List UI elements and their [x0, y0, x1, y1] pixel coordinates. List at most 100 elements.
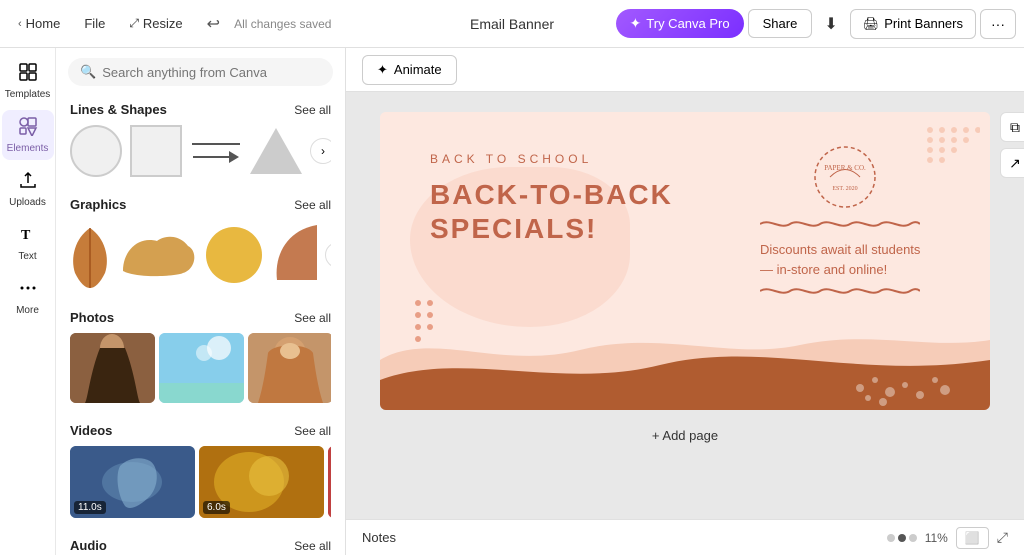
- canvas-scroll[interactable]: ⧉ ↗: [346, 92, 1024, 519]
- bottom-right: 11% ⬜ ⤢: [887, 527, 1008, 549]
- shapes-row: ›: [70, 125, 331, 177]
- uploads-icon: [18, 170, 38, 195]
- sidebar-item-elements[interactable]: Elements: [2, 110, 54, 160]
- undo-button[interactable]: ↩: [197, 8, 230, 40]
- square-shape[interactable]: [130, 125, 182, 177]
- graphics-see-all[interactable]: See all: [294, 198, 331, 212]
- home-button[interactable]: ‹ Home: [8, 10, 70, 37]
- banner-stamp: PAPER & CO. EST. 2020: [810, 142, 880, 212]
- svg-text:T: T: [21, 228, 31, 243]
- more-options-button[interactable]: ···: [980, 9, 1016, 39]
- line-shape[interactable]: [190, 139, 242, 163]
- search-input[interactable]: [102, 65, 321, 80]
- lines-shapes-section: Lines & Shapes See all: [56, 94, 345, 181]
- videos-section: Videos See all 11.0s: [56, 415, 345, 522]
- fullscreen-button[interactable]: ⤢: [997, 529, 1008, 546]
- video-thumb-2[interactable]: 6.0s: [199, 446, 324, 518]
- presenter-view-button[interactable]: ⬜: [956, 527, 989, 549]
- animate-label: Animate: [394, 62, 442, 77]
- more-icon: [18, 278, 38, 303]
- audio-header: Audio See all: [70, 538, 331, 553]
- share-button[interactable]: Share: [748, 9, 813, 38]
- triangle-shape[interactable]: [250, 128, 302, 174]
- notes-button[interactable]: Notes: [362, 530, 396, 545]
- sidebar-item-text[interactable]: T Text: [2, 218, 54, 268]
- cloud-graphic[interactable]: [118, 228, 196, 283]
- shapes-next-button[interactable]: ›: [310, 138, 331, 164]
- sidebar-item-more[interactable]: More: [2, 272, 54, 322]
- leaf-graphic[interactable]: [70, 220, 110, 290]
- zoom-dot-3: [909, 534, 917, 542]
- video-1-duration: 11.0s: [74, 501, 106, 514]
- resize-button[interactable]: ⤢ Resize: [119, 10, 192, 37]
- download-icon: ⬇: [824, 16, 837, 33]
- graphics-row: ›: [70, 220, 331, 290]
- add-page-wrap: + Add page: [380, 410, 990, 461]
- svg-text:EST. 2020: EST. 2020: [832, 186, 857, 192]
- more-label: More: [16, 305, 39, 316]
- search-icon: 🔍: [80, 64, 96, 80]
- saved-status: All changes saved: [234, 17, 331, 31]
- gold-circle-graphic[interactable]: [204, 223, 264, 288]
- lines-shapes-see-all[interactable]: See all: [294, 103, 331, 117]
- canvas-actions: ⧉ ↗: [1000, 112, 1024, 178]
- video-2-duration: 6.0s: [203, 501, 230, 514]
- chevron-left-icon: ‹: [18, 18, 22, 30]
- banner-right-area: PAPER & CO. EST. 2020: [760, 142, 960, 303]
- photos-title: Photos: [70, 310, 114, 325]
- wedge-graphic[interactable]: [272, 223, 317, 288]
- lines-shapes-header: Lines & Shapes See all: [70, 102, 331, 117]
- main-layout: Templates Elements Uploads: [0, 48, 1024, 555]
- banner-back-to-school-text: BACK TO SCHOOL: [430, 152, 673, 166]
- file-label: File: [84, 16, 105, 31]
- photo-thumb-1[interactable]: [70, 333, 155, 403]
- elements-label: Elements: [7, 143, 49, 154]
- canvas-toolbar: ✦ Animate: [346, 48, 1024, 92]
- audio-title: Audio: [70, 538, 107, 553]
- banner-wavy-line-top: [760, 216, 920, 236]
- add-page-button[interactable]: + Add page: [380, 416, 990, 455]
- share-page-button[interactable]: ↗: [1000, 148, 1024, 178]
- download-button[interactable]: ⬇: [816, 8, 845, 40]
- graphics-title: Graphics: [70, 197, 126, 212]
- graphics-section: Graphics See all: [56, 189, 345, 294]
- photo-thumb-2[interactable]: [159, 333, 244, 403]
- share-label: Share: [763, 16, 798, 31]
- sidebar-item-uploads[interactable]: Uploads: [2, 164, 54, 214]
- copy-page-button[interactable]: ⧉: [1000, 112, 1024, 142]
- zoom-dot-2: [898, 534, 906, 542]
- zoom-percentage: 11%: [925, 531, 948, 545]
- audio-section: Audio See all ♪ Happy Whistling Ukulele: [56, 530, 345, 555]
- banner-headline: BACK-TO-BACK SPECIALS!: [430, 178, 673, 245]
- circle-shape[interactable]: [70, 125, 122, 177]
- banner-discount-text: Discounts await all students — in-store …: [760, 240, 930, 279]
- canva-pro-icon: ✦: [630, 15, 642, 32]
- videos-title: Videos: [70, 423, 112, 438]
- templates-icon: [18, 62, 38, 87]
- try-canva-pro-button[interactable]: ✦ Try Canva Pro: [616, 9, 744, 38]
- photos-see-all[interactable]: See all: [294, 311, 331, 325]
- text-label: Text: [18, 251, 36, 262]
- animate-button[interactable]: ✦ Animate: [362, 55, 457, 85]
- graphics-next-button[interactable]: ›: [325, 242, 331, 268]
- videos-header: Videos See all: [70, 423, 331, 438]
- uploads-label: Uploads: [9, 197, 46, 208]
- panel-search-area: 🔍: [56, 48, 345, 94]
- graphics-header: Graphics See all: [70, 197, 331, 212]
- videos-row: 11.0s 6.0s ›: [70, 446, 331, 518]
- bottom-bar: Notes 11% ⬜ ⤢: [346, 519, 1024, 555]
- photo-thumb-3[interactable]: [248, 333, 331, 403]
- file-button[interactable]: File: [74, 10, 115, 37]
- print-label: Print Banners: [884, 16, 963, 31]
- sidebar-item-templates[interactable]: Templates: [2, 56, 54, 106]
- videos-see-all[interactable]: See all: [294, 424, 331, 438]
- video-thumb-1[interactable]: 11.0s: [70, 446, 195, 518]
- print-banners-button[interactable]: 🖨 Print Banners: [850, 9, 976, 39]
- video-thumb-3[interactable]: [328, 446, 331, 518]
- topbar: ‹ Home File ⤢ Resize ↩ All changes saved…: [0, 0, 1024, 48]
- search-wrap[interactable]: 🔍: [68, 58, 333, 86]
- email-banner-canvas[interactable]: BACK TO SCHOOL BACK-TO-BACK SPECIALS!: [380, 112, 990, 410]
- photos-row: ›: [70, 333, 331, 403]
- banner-headline-line1: BACK-TO-BACK: [430, 178, 673, 212]
- audio-see-all[interactable]: See all: [294, 539, 331, 553]
